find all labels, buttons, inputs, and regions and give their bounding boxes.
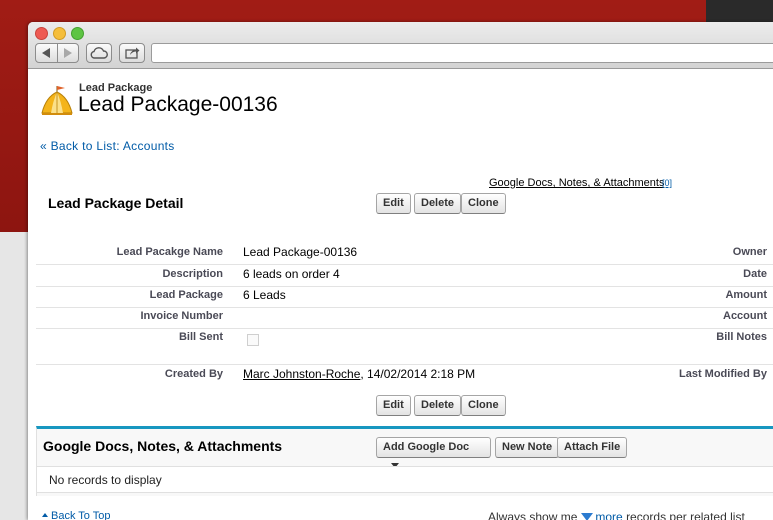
detail-section-title: Lead Package Detail: [48, 195, 184, 211]
clone-button[interactable]: Clone: [461, 193, 506, 214]
clone-button-bottom[interactable]: Clone: [461, 395, 506, 416]
salesforce-page: Lead Package Lead Package-00136 « Back t…: [28, 69, 773, 520]
field-value-name: Lead Package-00136: [243, 245, 358, 259]
close-window-button[interactable]: [35, 27, 48, 40]
field-label-bill-notes: Bill Notes: [716, 331, 767, 343]
back-to-list-link[interactable]: « Back to List: Accounts: [40, 139, 175, 153]
delete-button-bottom[interactable]: Delete: [414, 395, 462, 416]
nav-divider: [57, 44, 58, 62]
bill-sent-checkbox-icon: [247, 334, 259, 346]
back-to-top-link[interactable]: Back To Top: [42, 510, 111, 520]
field-row-invoice: Invoice Number Account: [36, 307, 773, 329]
field-label-account: Account: [723, 310, 767, 322]
browser-window: Lead Package Lead Package-00136 « Back t…: [28, 22, 773, 520]
field-label-created-by: Created By: [164, 368, 223, 380]
related-list-size-control: Always show me more records per related l…: [488, 510, 745, 520]
share-button[interactable]: [119, 43, 145, 63]
delete-button[interactable]: Delete: [414, 193, 462, 214]
tent-icon: [41, 86, 73, 115]
records-per-list-text: records per related list: [626, 510, 745, 520]
add-google-doc-label: Add Google Doc: [383, 441, 470, 453]
new-note-button[interactable]: New Note: [495, 437, 560, 458]
back-to-top-label: Back To Top: [51, 510, 111, 520]
field-row-created-by: Created By Marc Johnston-Roche, 14/02/20…: [36, 365, 773, 386]
no-records-text: No records to display: [49, 473, 162, 487]
field-value-lead-package: 6 Leads: [243, 288, 286, 302]
field-value-created-by: Marc Johnston-Roche, 14/02/2014 2:18 PM: [243, 367, 475, 381]
created-by-user-link[interactable]: Marc Johnston-Roche: [243, 367, 360, 381]
triangle-down-icon[interactable]: [581, 513, 594, 520]
field-label-lead-package: Lead Package: [149, 289, 223, 301]
field-label-bill-sent: Bill Sent: [178, 331, 223, 343]
field-label-date: Date: [743, 268, 767, 280]
desktop-dark-window: [706, 0, 773, 24]
field-label-last-modified: Last Modified By: [678, 368, 767, 380]
related-list-google-docs: Google Docs, Notes, & Attachments Add Go…: [36, 426, 773, 496]
edit-button-bottom[interactable]: Edit: [376, 395, 411, 416]
field-label-invoice: Invoice Number: [140, 310, 223, 322]
more-link[interactable]: more: [595, 510, 622, 520]
related-list-link-google-docs[interactable]: Google Docs, Notes, & Attachments: [489, 177, 664, 189]
share-icon: [125, 47, 140, 59]
related-list-body: No records to display: [37, 466, 773, 493]
field-label-amount: Amount: [725, 289, 767, 301]
attach-file-button[interactable]: Attach File: [557, 437, 628, 458]
zoom-window-button[interactable]: [71, 27, 84, 40]
related-list-title: Google Docs, Notes, & Attachments: [43, 438, 283, 454]
back-forward-buttons: [35, 43, 79, 63]
forward-arrow-icon[interactable]: [64, 48, 72, 58]
field-label-name: Lead Pacakge Name: [116, 246, 223, 258]
add-google-doc-dropdown[interactable]: Add Google Doc: [376, 437, 491, 468]
address-bar[interactable]: [151, 43, 773, 63]
field-label-description: Description: [162, 268, 223, 280]
browser-toolbar: [28, 22, 773, 69]
field-label-owner: Owner: [732, 246, 767, 258]
field-value-description: 6 leads on order 4: [243, 267, 340, 281]
field-row-name: Lead Pacakge Name Lead Package-00136 Own…: [36, 243, 773, 265]
cloud-icon: [90, 47, 108, 59]
always-show-text: Always show me: [488, 510, 578, 520]
field-row-bill-sent: Bill Sent Bill Notes: [36, 328, 773, 365]
edit-button[interactable]: Edit: [376, 193, 411, 214]
created-by-date: , 14/02/2014 2:18 PM: [360, 367, 476, 381]
field-row-lead-package: Lead Package 6 Leads Amount: [36, 286, 773, 308]
field-row-description: Description 6 leads on order 4 Date: [36, 265, 773, 287]
icloud-tabs-button[interactable]: [86, 43, 112, 63]
related-list-count[interactable]: [0]: [662, 178, 672, 188]
page-title: Lead Package-00136: [78, 93, 278, 116]
minimize-window-button[interactable]: [53, 27, 66, 40]
back-arrow-icon[interactable]: [42, 48, 50, 58]
caret-up-icon: [42, 513, 48, 517]
